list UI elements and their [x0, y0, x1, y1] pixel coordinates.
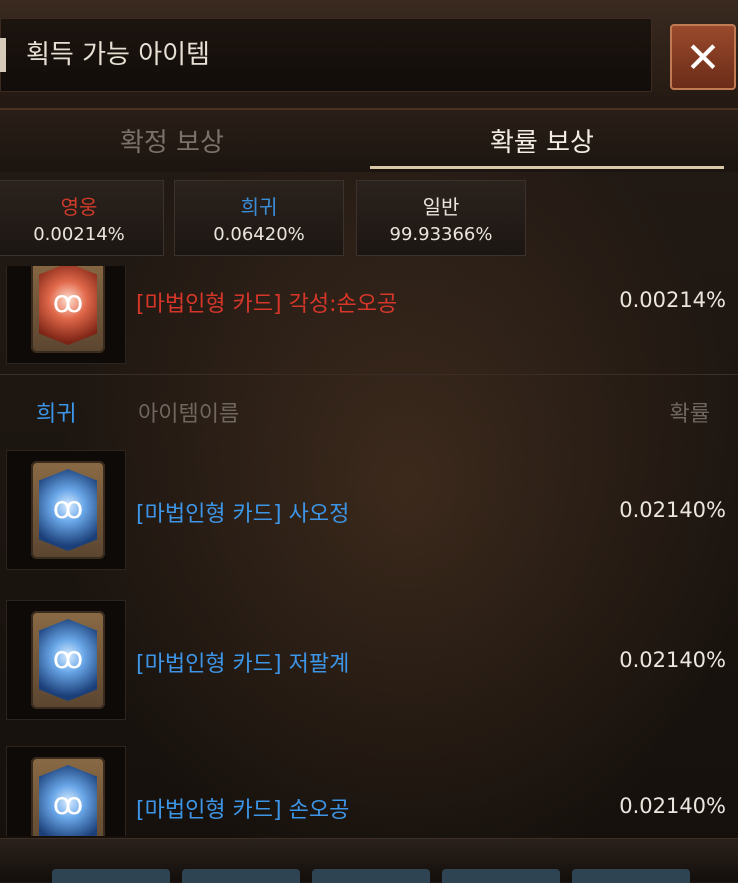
divider	[0, 374, 738, 375]
list-item[interactable]: ꝏ [마법인형 카드] 사오정 0.02140%	[0, 450, 738, 570]
bottom-button[interactable]	[52, 869, 170, 883]
tab-guaranteed-reward[interactable]: 확정 보상	[120, 122, 224, 159]
rarity-filter-rare[interactable]: 희귀 0.06420%	[174, 180, 344, 256]
title-accent	[0, 38, 6, 72]
bottom-button[interactable]	[442, 869, 560, 883]
item-name: [마법인형 카드] 사오정	[136, 502, 350, 527]
close-icon: ✕	[685, 32, 721, 82]
item-icon-frame: ꝏ	[6, 746, 126, 836]
column-header-probability: 확률	[669, 402, 710, 427]
list-item[interactable]: ꝏ [마법인형 카드] 각성:손오공 0.00214%	[0, 266, 738, 364]
tab-probability-reward[interactable]: 확률 보상	[490, 122, 594, 159]
list-item[interactable]: ꝏ [마법인형 카드] 저팔계 0.02140%	[0, 600, 738, 720]
item-probability: 0.02140%	[619, 794, 726, 818]
rarity-percent: 99.93366%	[389, 224, 493, 245]
rarity-summary: 영웅 0.00214% 희귀 0.06420% 일반 99.93366%	[0, 178, 738, 260]
item-name: [마법인형 카드] 손오공	[136, 798, 350, 823]
tab-bar: 확정 보상 확률 보상	[0, 110, 738, 172]
bottom-bar	[0, 838, 738, 883]
rarity-percent: 0.06420%	[213, 224, 305, 245]
column-header-name: 아이템이름	[138, 402, 240, 427]
item-icon-frame: ꝏ	[6, 266, 126, 364]
item-probability: 0.02140%	[619, 498, 726, 522]
item-name: [마법인형 카드] 각성:손오공	[136, 292, 398, 317]
close-button[interactable]: ✕	[670, 24, 736, 90]
rarity-percent: 0.00214%	[33, 224, 125, 245]
rarity-filter-normal[interactable]: 일반 99.93366%	[356, 180, 526, 256]
rarity-filter-hero[interactable]: 영웅 0.00214%	[0, 180, 164, 256]
red-doll-card-icon: ꝏ	[31, 266, 105, 353]
item-icon-frame: ꝏ	[6, 600, 126, 720]
section-header: 희귀 아이템이름 확률	[0, 380, 738, 440]
item-name: [마법인형 카드] 저팔계	[136, 652, 350, 677]
blue-doll-card-icon: ꝏ	[31, 461, 105, 559]
header: 획득 가능 아이템 ✕	[0, 0, 738, 110]
page-title: 획득 가능 아이템	[26, 40, 210, 70]
item-icon-frame: ꝏ	[6, 450, 126, 570]
rarity-name: 영웅	[60, 195, 98, 219]
rarity-name: 희귀	[240, 195, 278, 219]
item-probability: 0.00214%	[619, 288, 726, 312]
blue-doll-card-icon: ꝏ	[31, 757, 105, 836]
bottom-button[interactable]	[572, 869, 690, 883]
rarity-name: 일반	[422, 195, 460, 219]
bottom-button[interactable]	[182, 869, 300, 883]
active-tab-indicator	[370, 166, 724, 169]
section-rarity-label: 희귀	[36, 402, 77, 427]
item-list[interactable]: ꝏ [마법인형 카드] 각성:손오공 0.00214% 희귀 아이템이름 확률 …	[0, 266, 738, 836]
blue-doll-card-icon: ꝏ	[31, 611, 105, 709]
item-probability: 0.02140%	[619, 648, 726, 672]
list-item[interactable]: ꝏ [마법인형 카드] 손오공 0.02140%	[0, 746, 738, 836]
bottom-button[interactable]	[312, 869, 430, 883]
